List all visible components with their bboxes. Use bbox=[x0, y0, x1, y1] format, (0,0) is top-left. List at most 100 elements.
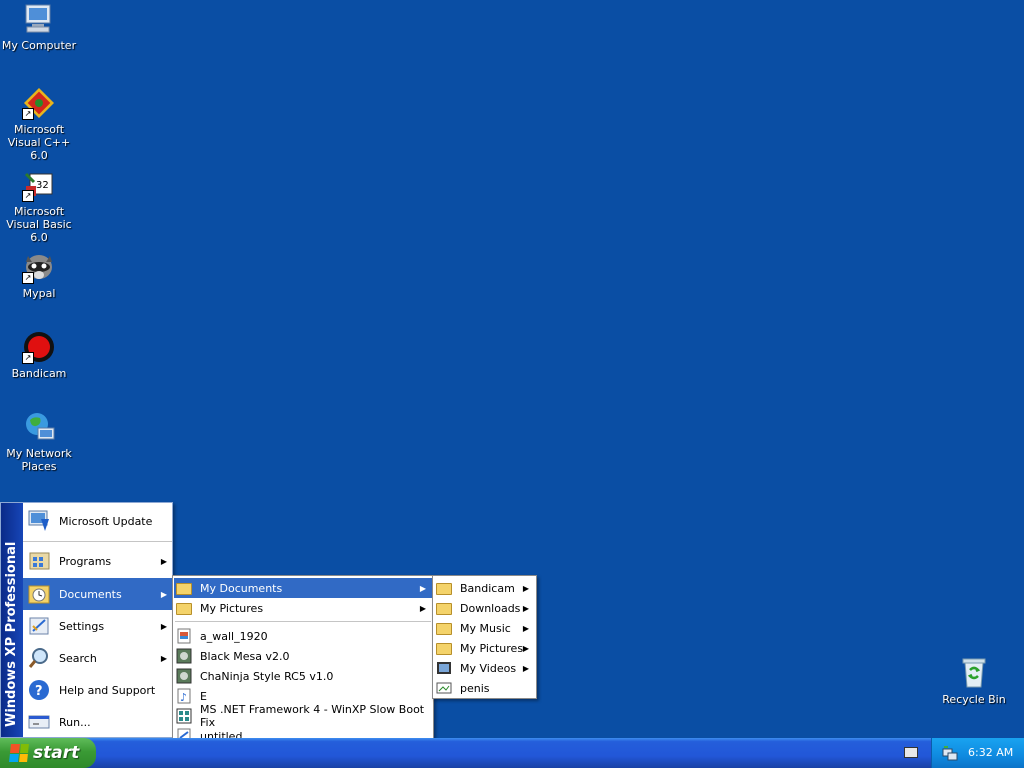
taskbar: start 6:32 AM bbox=[0, 738, 1024, 768]
recent-document-item[interactable]: ChaNinja Style RC5 v1.0 bbox=[174, 666, 432, 686]
run-icon bbox=[27, 710, 51, 734]
app-file-icon bbox=[176, 648, 192, 664]
windows-flag-icon bbox=[9, 744, 29, 762]
submenu-arrow-icon: ▶ bbox=[160, 589, 167, 599]
submenu-arrow-icon: ▶ bbox=[160, 621, 167, 631]
search-icon bbox=[27, 646, 51, 670]
recent-document-item[interactable]: Black Mesa v2.0 bbox=[174, 646, 432, 666]
help-icon: ? bbox=[27, 678, 51, 702]
start-item-programs[interactable]: Programs ▶ bbox=[23, 545, 172, 577]
submenu-arrow-icon: ▶ bbox=[522, 623, 529, 633]
recycle-bin-icon bbox=[957, 656, 991, 690]
mypal-icon: ↗ bbox=[22, 250, 56, 284]
folder-icon bbox=[436, 580, 452, 596]
start-item-label: Programs bbox=[59, 554, 112, 568]
start-button[interactable]: start bbox=[0, 738, 96, 768]
start-item-help[interactable]: ? Help and Support bbox=[23, 674, 172, 706]
desktop-icon-label: My Computer bbox=[1, 39, 77, 52]
network-places-icon bbox=[22, 410, 56, 444]
desktop-icon-label: My Network Places bbox=[6, 447, 72, 473]
my-pictures-icon bbox=[176, 600, 192, 616]
documents-item-my-pictures[interactable]: My Pictures ▶ bbox=[174, 598, 432, 618]
submenu-arrow-icon: ▶ bbox=[419, 603, 426, 613]
image-file-icon bbox=[176, 628, 192, 644]
desktop-icon-mypal[interactable]: ↗ Mypal bbox=[0, 250, 78, 300]
submenu-arrow-icon: ▶ bbox=[522, 663, 529, 673]
menu-separator bbox=[23, 541, 172, 542]
keyboard-icon[interactable] bbox=[904, 747, 918, 758]
start-menu: Windows XP Professional Microsoft Update… bbox=[0, 502, 173, 738]
microsoft-update-icon bbox=[27, 509, 51, 533]
submenu-arrow-icon: ▶ bbox=[419, 583, 426, 593]
visual-basic-icon: 32 ↗ bbox=[22, 168, 56, 202]
start-item-documents[interactable]: Documents ▶ bbox=[23, 578, 172, 610]
desktop-icon-label: Microsoft Visual C++ 6.0 bbox=[7, 123, 71, 162]
my-documents-item-my-videos[interactable]: My Videos ▶ bbox=[434, 658, 535, 678]
documents-icon bbox=[27, 582, 51, 606]
start-item-search[interactable]: Search ▶ bbox=[23, 642, 172, 674]
svg-text:32: 32 bbox=[36, 180, 49, 191]
start-item-label: Microsoft Update bbox=[59, 514, 153, 528]
menu-separator bbox=[175, 621, 431, 622]
shortcut-arrow-icon: ↗ bbox=[22, 272, 34, 284]
svg-text:?: ? bbox=[35, 684, 43, 699]
documents-item-my-documents[interactable]: My Documents ▶ bbox=[174, 578, 432, 598]
settings-icon bbox=[27, 614, 51, 638]
my-documents-item-bandicam[interactable]: Bandicam ▶ bbox=[434, 578, 535, 598]
shortcut-arrow-icon: ↗ bbox=[22, 352, 34, 364]
start-menu-banner: Windows XP Professional bbox=[1, 503, 23, 737]
my-documents-item-my-pictures[interactable]: My Pictures ▶ bbox=[434, 638, 535, 658]
my-pictures-icon bbox=[436, 640, 452, 656]
start-item-settings[interactable]: Settings ▶ bbox=[23, 610, 172, 642]
documents-item-label: My Pictures bbox=[200, 601, 264, 615]
recent-document-item[interactable]: a_wall_1920 bbox=[174, 626, 432, 646]
desktop-icon-visual-basic[interactable]: 32 ↗ Microsoft Visual Basic 6.0 bbox=[0, 168, 78, 244]
registry-file-icon bbox=[176, 708, 192, 724]
desktop-icon-recycle-bin[interactable]: Recycle Bin bbox=[935, 656, 1013, 706]
my-documents-item-label: Bandicam bbox=[460, 581, 515, 595]
app-file-icon bbox=[176, 668, 192, 684]
desktop-icon-bandicam[interactable]: ↗ Bandicam bbox=[0, 330, 78, 380]
visual-cpp-icon: ↗ bbox=[22, 86, 56, 120]
bandicam-icon: ↗ bbox=[22, 330, 56, 364]
recent-document-item[interactable]: MS .NET Framework 4 - WinXP Slow Boot Fi… bbox=[174, 703, 432, 729]
my-documents-item-label: My Music bbox=[460, 621, 511, 635]
my-documents-item-label: My Pictures bbox=[460, 641, 524, 655]
start-menu-banner-text: Windows XP Professional bbox=[4, 541, 19, 727]
my-documents-item-file[interactable]: penis bbox=[434, 678, 535, 698]
desktop-icon-my-computer[interactable]: My Computer bbox=[0, 2, 78, 52]
my-documents-icon bbox=[176, 580, 192, 596]
network-tray-icon[interactable] bbox=[942, 745, 958, 761]
documents-item-label: My Documents bbox=[200, 581, 283, 595]
start-item-label: Help and Support bbox=[59, 683, 156, 697]
my-music-icon bbox=[436, 620, 452, 636]
submenu-arrow-icon: ▶ bbox=[522, 603, 529, 613]
desktop-icon-network-places[interactable]: My Network Places bbox=[0, 410, 78, 473]
programs-icon bbox=[27, 549, 51, 573]
system-tray: 6:32 AM bbox=[931, 738, 1024, 768]
my-documents-item-my-music[interactable]: My Music ▶ bbox=[434, 618, 535, 638]
submenu-arrow-icon: ▶ bbox=[160, 556, 167, 566]
recent-document-label: Black Mesa v2.0 bbox=[200, 649, 290, 663]
start-item-label: Search bbox=[59, 651, 97, 665]
start-item-label: Run... bbox=[59, 715, 91, 729]
shortcut-arrow-icon: ↗ bbox=[22, 108, 34, 120]
desktop-icon-visual-cpp[interactable]: ↗ Microsoft Visual C++ 6.0 bbox=[0, 86, 78, 162]
start-item-run[interactable]: Run... bbox=[23, 706, 172, 738]
start-item-label: Documents bbox=[59, 587, 122, 601]
submenu-arrow-icon: ▶ bbox=[522, 583, 529, 593]
desktop-icon-label: Recycle Bin bbox=[942, 693, 1006, 706]
my-documents-item-label: penis bbox=[460, 681, 490, 695]
clock[interactable]: 6:32 AM bbox=[968, 746, 1013, 759]
start-item-label: Settings bbox=[59, 619, 105, 633]
shortcut-arrow-icon: ↗ bbox=[22, 190, 34, 202]
start-item-microsoft-update[interactable]: Microsoft Update bbox=[23, 505, 172, 537]
my-documents-item-downloads[interactable]: Downloads ▶ bbox=[434, 598, 535, 618]
recent-document-label: ChaNinja Style RC5 v1.0 bbox=[200, 669, 334, 683]
desktop-icon-label: Microsoft Visual Basic 6.0 bbox=[6, 205, 72, 244]
recent-document-label: E bbox=[200, 689, 207, 703]
my-videos-icon bbox=[436, 660, 452, 676]
my-computer-icon bbox=[22, 2, 56, 36]
folder-icon bbox=[436, 600, 452, 616]
svg-text:♪: ♪ bbox=[180, 691, 187, 704]
